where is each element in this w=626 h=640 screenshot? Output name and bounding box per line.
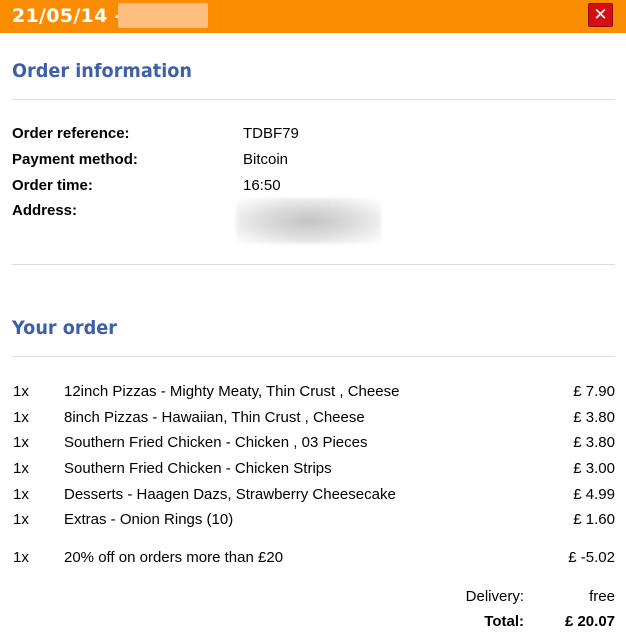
discount-row: 1x 20% off on orders more than £20 £ -5.…	[0, 549, 626, 571]
order-item-row: 1x 12inch Pizzas - Mighty Meaty, Thin Cr…	[0, 383, 626, 405]
total-label: Total:	[484, 613, 524, 630]
discount-description: 20% off on orders more than £20	[64, 549, 284, 566]
item-quantity: 1x	[13, 511, 29, 528]
order-item-row: 1x Desserts - Haagen Dazs, Strawberry Ch…	[0, 486, 626, 508]
item-description: 8inch Pizzas - Hawaiian, Thin Crust , Ch…	[64, 409, 365, 426]
your-order-heading: Your order	[12, 317, 117, 339]
divider	[12, 264, 615, 265]
address-value-redacted	[236, 198, 381, 244]
order-information-heading: Order information	[12, 60, 192, 82]
item-price: £ 3.80	[573, 409, 615, 426]
item-quantity: 1x	[13, 486, 29, 503]
item-description: Southern Fried Chicken - Chicken Strips	[64, 460, 332, 477]
delivery-label: Delivery:	[465, 588, 524, 605]
order-time-value: 16:50	[243, 177, 281, 194]
title-bar: 21/05/14 - ✕	[0, 0, 626, 33]
item-description: 12inch Pizzas - Mighty Meaty, Thin Crust…	[64, 383, 400, 400]
item-price: £ 3.80	[573, 434, 615, 451]
discount-amount: £ -5.02	[568, 549, 615, 566]
order-reference-value: TDBF79	[243, 125, 299, 142]
item-quantity: 1x	[13, 383, 29, 400]
delivery-value: free	[589, 588, 615, 605]
divider	[12, 356, 615, 357]
order-reference-label: Order reference:	[12, 125, 130, 142]
item-price: £ 4.99	[573, 486, 615, 503]
order-time-label: Order time:	[12, 177, 93, 194]
item-quantity: 1x	[13, 460, 29, 477]
payment-method-value: Bitcoin	[243, 151, 289, 168]
item-quantity: 1x	[13, 434, 29, 451]
item-price: £ 3.00	[573, 460, 615, 477]
total-value: £ 20.07	[564, 613, 615, 630]
order-item-row: 1x 8inch Pizzas - Hawaiian, Thin Crust ,…	[0, 409, 626, 431]
item-description: Southern Fried Chicken - Chicken , 03 Pi…	[64, 434, 368, 451]
close-button[interactable]: ✕	[588, 3, 613, 27]
order-item-row: 1x Southern Fried Chicken - Chicken , 03…	[0, 434, 626, 456]
redacted-name	[118, 3, 208, 28]
item-quantity: 1x	[13, 409, 29, 426]
payment-method-label: Payment method:	[12, 151, 138, 168]
item-price: £ 7.90	[573, 383, 615, 400]
order-item-row: 1x Extras - Onion Rings (10) £ 1.60	[0, 511, 626, 533]
divider	[12, 99, 615, 100]
address-label: Address:	[12, 202, 78, 219]
window-title: 21/05/14 -	[12, 5, 123, 27]
order-item-row: 1x Southern Fried Chicken - Chicken Stri…	[0, 460, 626, 482]
close-icon: ✕	[593, 4, 608, 25]
discount-quantity: 1x	[13, 549, 29, 566]
item-description: Desserts - Haagen Dazs, Strawberry Chees…	[64, 486, 396, 503]
item-price: £ 1.60	[573, 511, 615, 528]
item-description: Extras - Onion Rings (10)	[64, 511, 234, 528]
